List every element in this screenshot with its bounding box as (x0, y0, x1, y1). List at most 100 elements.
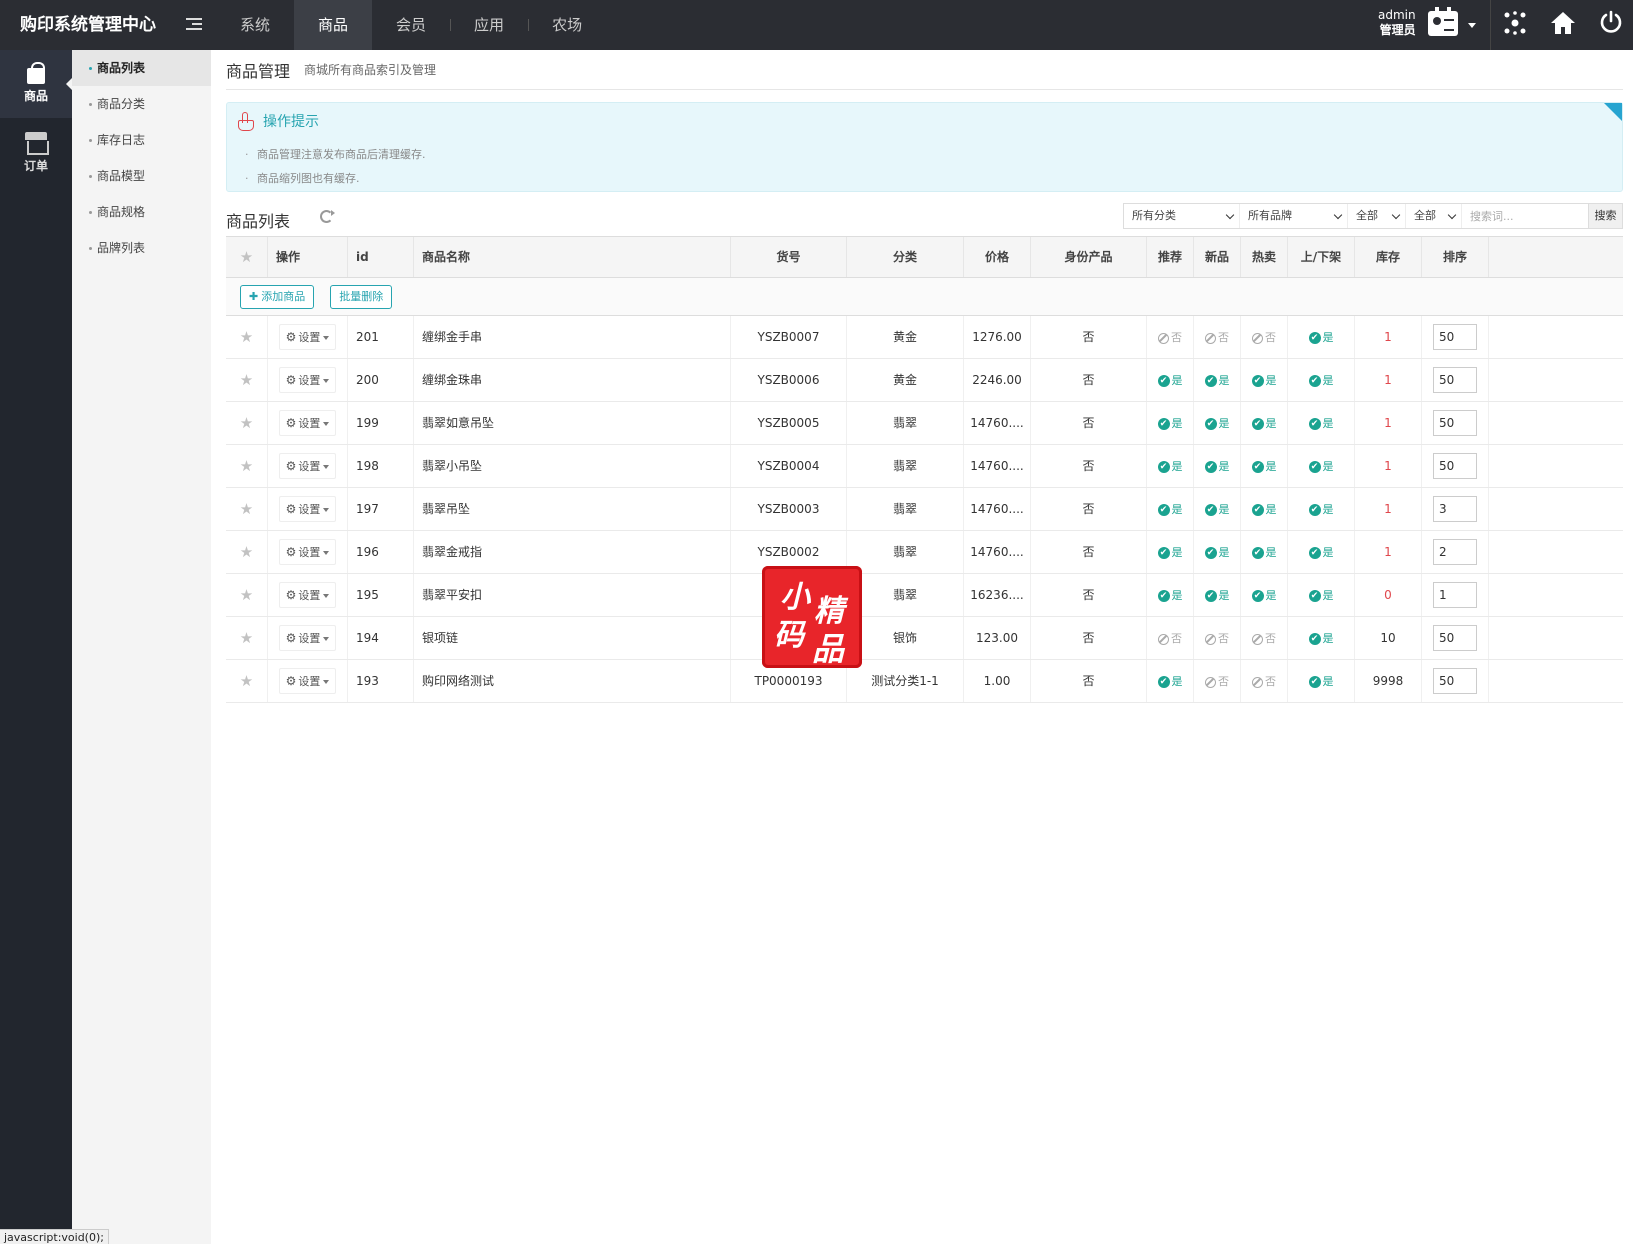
recommend-toggle[interactable]: 否 (1158, 632, 1182, 645)
recommend-toggle[interactable]: ✔ 是 (1157, 546, 1183, 559)
batch-delete-button[interactable]: 批量删除 (330, 284, 393, 309)
star-icon[interactable]: ★ (240, 586, 253, 604)
recommend-toggle[interactable]: ✔ 是 (1157, 460, 1183, 473)
sort-input[interactable] (1433, 496, 1477, 522)
star-icon[interactable]: ★ (240, 371, 253, 389)
sort-input[interactable] (1433, 410, 1477, 436)
sitemap-icon[interactable] (1500, 10, 1530, 40)
on-sale-toggle[interactable]: ✔ 是 (1308, 503, 1334, 516)
on-sale-toggle[interactable]: ✔ 是 (1308, 632, 1334, 645)
hot-toggle[interactable]: ✔ 是 (1251, 589, 1277, 602)
brand-select[interactable]: 所有品牌 (1240, 204, 1348, 228)
on-sale-toggle[interactable]: ✔ 是 (1308, 460, 1334, 473)
recommend-toggle[interactable]: ✔ 是 (1157, 675, 1183, 688)
on-sale-toggle[interactable]: ✔ 是 (1308, 675, 1334, 688)
sort-input[interactable] (1433, 582, 1477, 608)
new-toggle[interactable]: 否 (1205, 675, 1229, 688)
sub-item-goods-spec[interactable]: 商品规格 (72, 194, 211, 230)
power-icon[interactable] (1596, 10, 1626, 40)
tips-corner[interactable] (1604, 103, 1622, 121)
header-cell[interactable]: 货号 (731, 237, 847, 277)
name-cell[interactable]: 银项链 (414, 617, 731, 659)
hot-toggle[interactable]: ✔ 是 (1251, 417, 1277, 430)
sort-input[interactable] (1433, 668, 1477, 694)
on-sale-toggle[interactable]: ✔ 是 (1308, 546, 1334, 559)
hot-toggle[interactable]: 否 (1252, 632, 1276, 645)
recommend-toggle[interactable]: ✔ 是 (1157, 589, 1183, 602)
star-icon[interactable]: ★ (240, 500, 253, 518)
star-icon[interactable]: ★ (240, 457, 253, 475)
rail-item-goods[interactable]: 商品 (0, 50, 72, 118)
star-icon[interactable]: ★ (240, 543, 253, 561)
name-cell[interactable]: 翡翠小吊坠 (414, 445, 731, 487)
name-cell[interactable]: 缠绑金珠串 (414, 359, 731, 401)
settings-dropdown-button[interactable]: ⚙ 设置 (278, 625, 337, 651)
settings-dropdown-button[interactable]: ⚙ 设置 (278, 582, 337, 608)
hot-toggle[interactable]: ✔ 是 (1251, 503, 1277, 516)
settings-dropdown-button[interactable]: ⚙ 设置 (278, 539, 337, 565)
header-star[interactable]: ★ (226, 237, 268, 277)
new-toggle[interactable]: ✔ 是 (1204, 503, 1230, 516)
hot-toggle[interactable]: 否 (1252, 331, 1276, 344)
settings-dropdown-button[interactable]: ⚙ 设置 (278, 367, 337, 393)
top-nav-item-system[interactable]: 系统 (216, 0, 294, 50)
filter-b-select[interactable]: 全部 (1406, 204, 1462, 228)
id-card-icon[interactable] (1428, 7, 1458, 36)
star-icon[interactable]: ★ (240, 414, 253, 432)
name-cell[interactable]: 翡翠如意吊坠 (414, 402, 731, 444)
new-toggle[interactable]: ✔ 是 (1204, 589, 1230, 602)
star-icon[interactable]: ★ (240, 672, 253, 690)
top-nav-item-goods[interactable]: 商品 (294, 0, 373, 50)
sort-input[interactable] (1433, 324, 1477, 350)
settings-dropdown-button[interactable]: ⚙ 设置 (278, 453, 337, 479)
add-goods-button[interactable]: ✚ 添加商品 (240, 284, 315, 309)
on-sale-toggle[interactable]: ✔ 是 (1308, 417, 1334, 430)
new-toggle[interactable]: ✔ 是 (1204, 417, 1230, 430)
name-cell[interactable]: 翡翠平安扣 (414, 574, 731, 616)
new-toggle[interactable]: ✔ 是 (1204, 374, 1230, 387)
menu-toggle-icon[interactable] (186, 18, 202, 32)
header-cell[interactable]: 库存 (1355, 237, 1422, 277)
header-cell[interactable]: 新品 (1194, 237, 1241, 277)
on-sale-toggle[interactable]: ✔ 是 (1308, 589, 1334, 602)
sub-item-goods-list[interactable]: 商品列表 (72, 50, 211, 86)
header-cell[interactable]: 身份产品 (1031, 237, 1147, 277)
settings-dropdown-button[interactable]: ⚙ 设置 (278, 496, 337, 522)
category-select[interactable]: 所有分类 (1124, 204, 1240, 228)
refresh-icon[interactable] (320, 210, 335, 223)
header-cell[interactable]: id (348, 237, 414, 277)
recommend-toggle[interactable]: 否 (1158, 331, 1182, 344)
sub-item-stock-log[interactable]: 库存日志 (72, 122, 211, 158)
name-cell[interactable]: 缠绑金手串 (414, 316, 731, 358)
header-cell[interactable]: 推荐 (1147, 237, 1194, 277)
header-cell[interactable]: 上/下架 (1288, 237, 1355, 277)
header-cell[interactable]: 价格 (964, 237, 1031, 277)
new-toggle[interactable]: ✔ 是 (1204, 546, 1230, 559)
settings-dropdown-button[interactable]: ⚙ 设置 (278, 324, 337, 350)
sub-item-brand-list[interactable]: 品牌列表 (72, 230, 211, 266)
search-button[interactable]: 搜索 (1588, 204, 1622, 228)
star-icon[interactable]: ★ (240, 629, 253, 647)
top-nav-item-member[interactable]: 会员 (372, 0, 450, 50)
top-nav-item-farm[interactable]: 农场 (528, 0, 606, 50)
new-toggle[interactable]: ✔ 是 (1204, 460, 1230, 473)
user-info[interactable]: admin 管理员 (1378, 8, 1416, 38)
hot-toggle[interactable]: ✔ 是 (1251, 460, 1277, 473)
sub-item-goods-model[interactable]: 商品模型 (72, 158, 211, 194)
sub-item-goods-category[interactable]: 商品分类 (72, 86, 211, 122)
recommend-toggle[interactable]: ✔ 是 (1157, 417, 1183, 430)
recommend-toggle[interactable]: ✔ 是 (1157, 503, 1183, 516)
hot-toggle[interactable]: ✔ 是 (1251, 374, 1277, 387)
recommend-toggle[interactable]: ✔ 是 (1157, 374, 1183, 387)
header-cell[interactable]: 排序 (1422, 237, 1489, 277)
on-sale-toggle[interactable]: ✔ 是 (1308, 331, 1334, 344)
sort-input[interactable] (1433, 453, 1477, 479)
search-input[interactable] (1462, 204, 1588, 228)
settings-dropdown-button[interactable]: ⚙ 设置 (278, 668, 337, 694)
name-cell[interactable]: 翡翠吊坠 (414, 488, 731, 530)
settings-dropdown-button[interactable]: ⚙ 设置 (278, 410, 337, 436)
sort-input[interactable] (1433, 367, 1477, 393)
home-icon[interactable] (1548, 10, 1578, 40)
name-cell[interactable]: 购印网络测试 (414, 660, 731, 702)
sort-input[interactable] (1433, 539, 1477, 565)
